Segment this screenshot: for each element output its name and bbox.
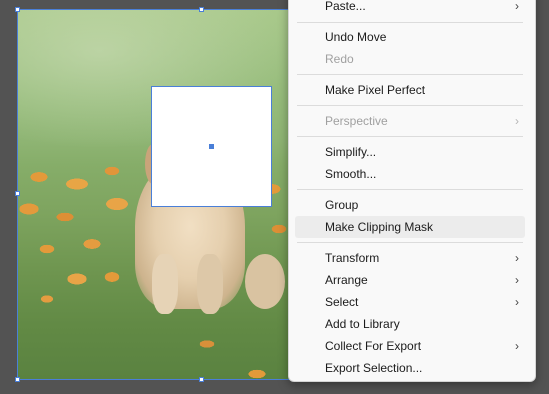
menu-item-redo[interactable]: Redo	[295, 48, 525, 70]
menu-item-label: Export Selection...	[325, 361, 423, 375]
photo-dog-tail	[245, 254, 285, 309]
menu-item-undo-move[interactable]: Undo Move	[295, 26, 525, 48]
chevron-right-icon: ›	[515, 251, 519, 265]
chevron-right-icon: ›	[515, 295, 519, 309]
menu-item-arrange[interactable]: Arrange ›	[295, 269, 525, 291]
resize-handle-top-left[interactable]	[15, 7, 20, 12]
menu-item-export-selection[interactable]: Export Selection...	[295, 357, 525, 379]
menu-item-make-clipping-mask[interactable]: Make Clipping Mask	[295, 216, 525, 238]
context-menu: Paste... › Undo Move Redo Make Pixel Per…	[288, 0, 536, 382]
photo-dog-leg-right	[197, 254, 223, 314]
white-square-shape[interactable]	[151, 86, 272, 207]
menu-item-label: Paste...	[325, 0, 366, 13]
chevron-right-icon: ›	[515, 114, 519, 128]
menu-item-perspective[interactable]: Perspective ›	[295, 110, 525, 132]
photo-dog-leg-left	[152, 254, 178, 314]
menu-item-label: Collect For Export	[325, 339, 422, 353]
menu-item-simplify[interactable]: Simplify...	[295, 141, 525, 163]
menu-item-paste[interactable]: Paste... ›	[295, 0, 525, 17]
menu-item-smooth[interactable]: Smooth...	[295, 163, 525, 185]
menu-item-select[interactable]: Select ›	[295, 291, 525, 313]
menu-item-add-to-library[interactable]: Add to Library	[295, 313, 525, 335]
menu-separator	[297, 74, 523, 75]
menu-separator	[297, 22, 523, 23]
menu-item-label: Perspective	[325, 114, 388, 128]
chevron-right-icon: ›	[515, 273, 519, 287]
resize-handle-top-center[interactable]	[199, 7, 204, 12]
menu-item-make-pixel-perfect[interactable]: Make Pixel Perfect	[295, 79, 525, 101]
menu-item-group[interactable]: Group	[295, 194, 525, 216]
menu-item-transform[interactable]: Transform ›	[295, 247, 525, 269]
resize-handle-bottom-left[interactable]	[15, 377, 20, 382]
shape-center-point[interactable]	[209, 144, 214, 149]
chevron-right-icon: ›	[515, 0, 519, 13]
chevron-right-icon: ›	[515, 339, 519, 353]
resize-handle-bottom-center[interactable]	[199, 377, 204, 382]
menu-separator	[297, 136, 523, 137]
menu-item-label: Transform	[325, 251, 380, 265]
menu-item-label: Select	[325, 295, 359, 309]
menu-item-label: Redo	[325, 52, 354, 66]
menu-item-label: Simplify...	[325, 145, 377, 159]
menu-separator	[297, 105, 523, 106]
menu-item-collect-for-export[interactable]: Collect For Export ›	[295, 335, 525, 357]
menu-separator	[297, 189, 523, 190]
menu-item-label: Group	[325, 198, 359, 212]
menu-item-label: Make Pixel Perfect	[325, 83, 426, 97]
menu-item-label: Undo Move	[325, 30, 387, 44]
resize-handle-middle-left[interactable]	[15, 191, 20, 196]
menu-item-label: Smooth...	[325, 167, 377, 181]
menu-separator	[297, 242, 523, 243]
menu-item-label: Add to Library	[325, 317, 400, 331]
menu-item-label: Make Clipping Mask	[325, 220, 434, 234]
menu-item-label: Arrange	[325, 273, 368, 287]
